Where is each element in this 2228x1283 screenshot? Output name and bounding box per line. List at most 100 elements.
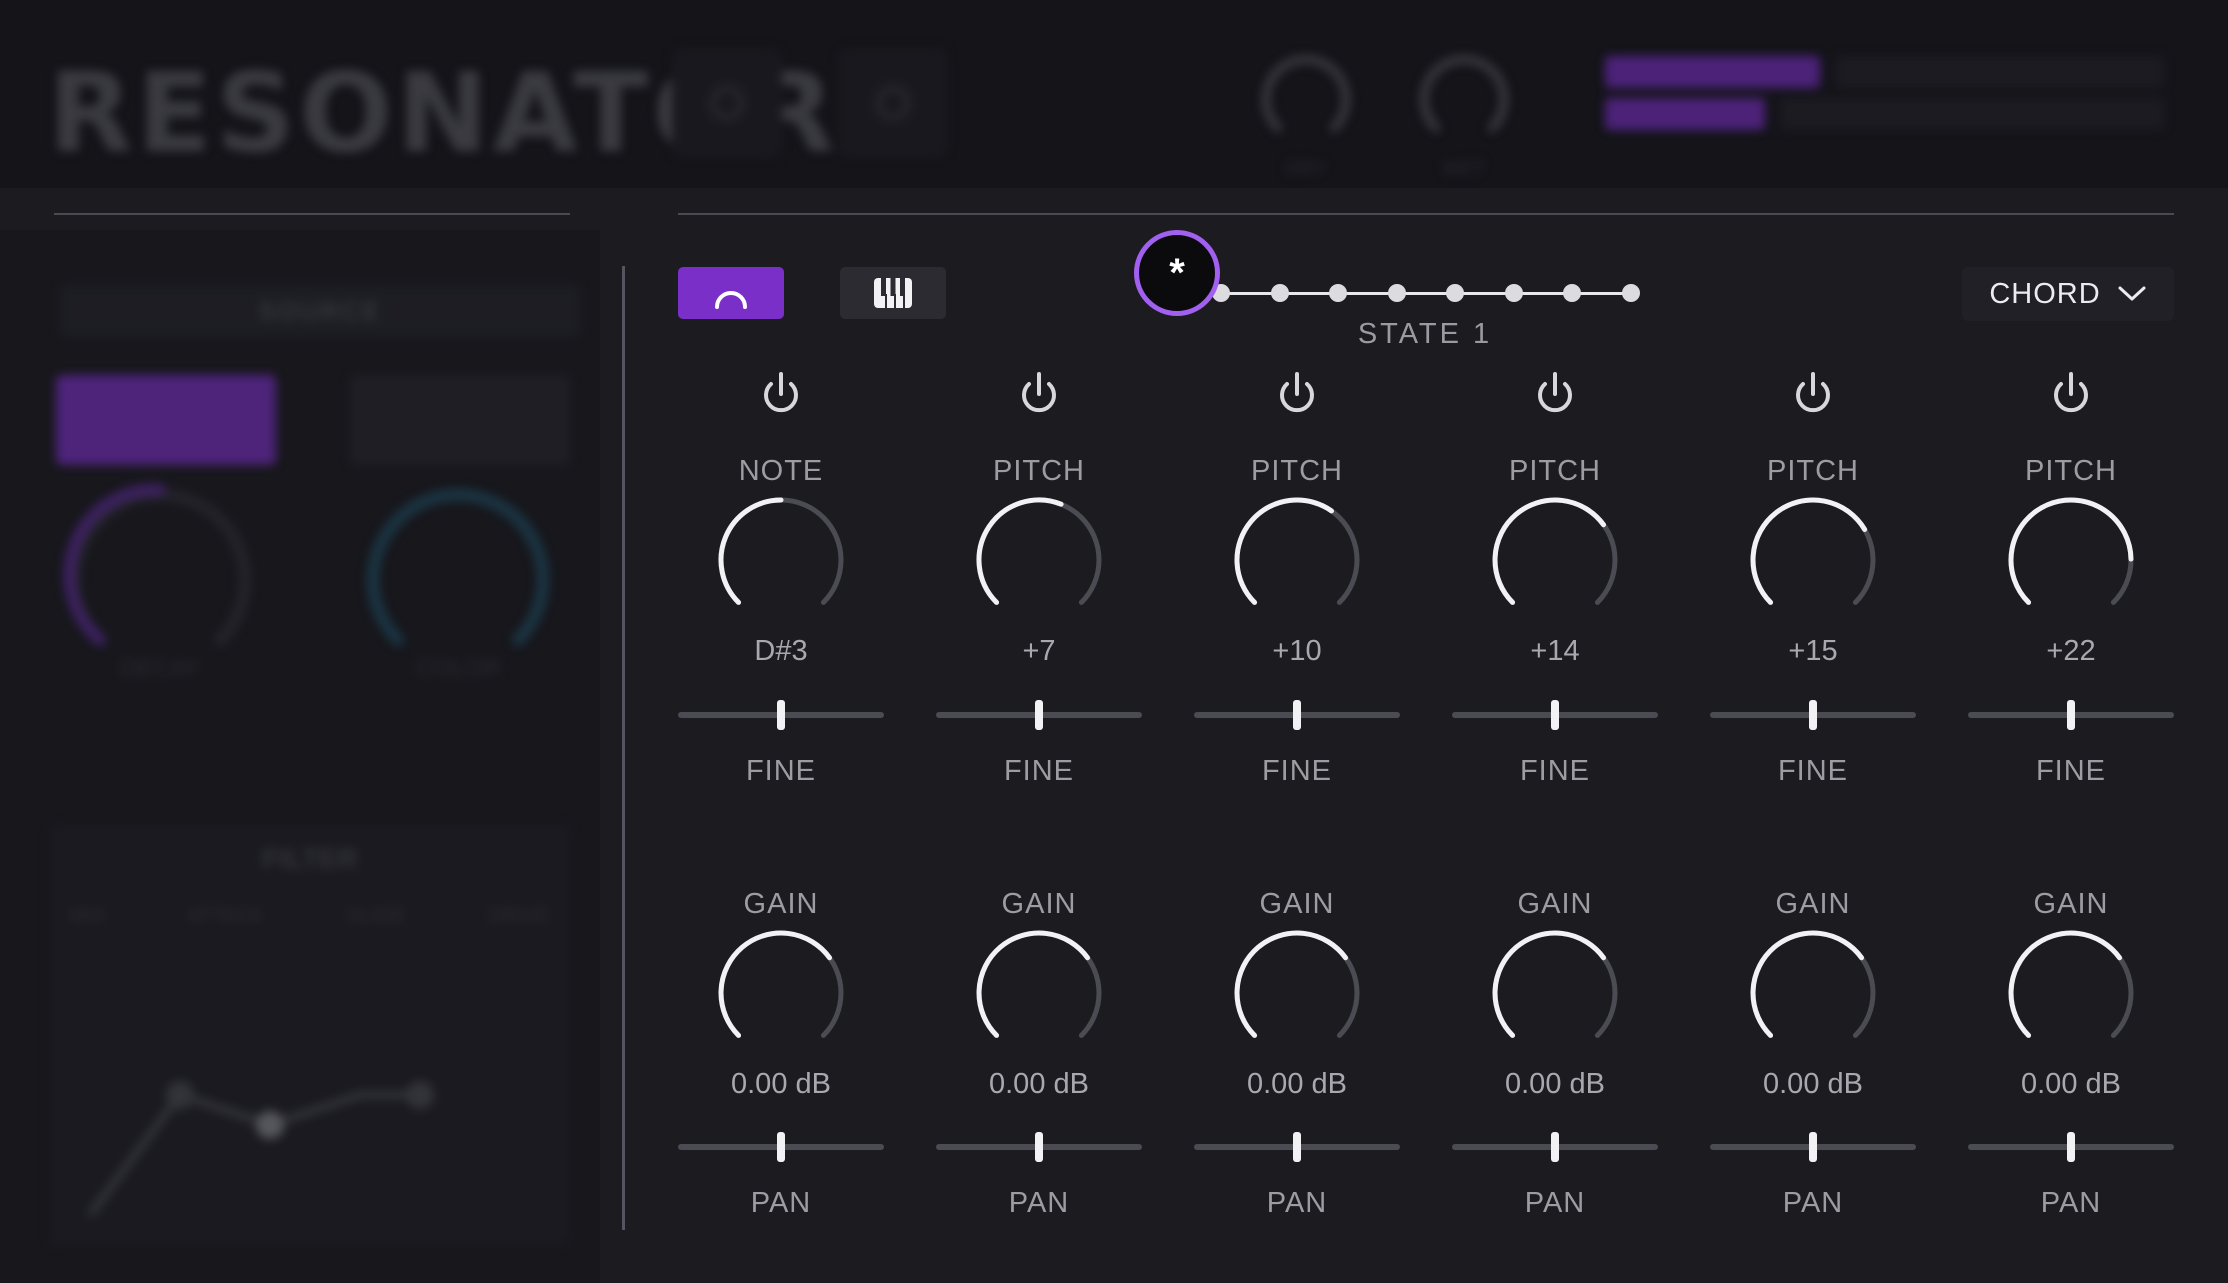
gain-label: GAIN [1259,888,1335,920]
channel-strip-2: PITCH +7 FINE GAIN 0.00 dB PAN [936,360,1142,1240]
waveform-a-button[interactable] [56,375,276,465]
gain-value: 0.00 dB [1505,1068,1605,1100]
power-header-button[interactable] [672,48,782,158]
gain-value: 0.00 dB [1247,1068,1347,1100]
pan-slider[interactable] [678,1132,884,1162]
filter-tab-mix[interactable]: MIX [70,905,106,935]
gain-knob[interactable] [2001,923,2141,1063]
color-knob[interactable] [358,475,558,675]
channel-strip-5: PITCH +15 FINE GAIN 0.00 dB PAN [1710,360,1916,1240]
settings-header-button[interactable] [838,48,948,158]
pan-slider[interactable] [1710,1132,1916,1162]
waveform-b-button[interactable] [350,375,570,465]
top-knob-value: +15 [1788,635,1838,667]
pan-slider-thumb[interactable] [1035,1132,1043,1162]
channel-strip-1: NOTE D#3 FINE GAIN 0.00 dB PAN [678,360,884,1240]
gain-label: GAIN [1775,888,1851,920]
fine-label: FINE [1777,755,1849,787]
pitch-knob[interactable] [969,490,1109,630]
pan-slider[interactable] [936,1132,1142,1162]
gain-knob[interactable] [969,923,1109,1063]
gain-knob[interactable] [1227,923,1367,1063]
filter-tab-attack[interactable]: ATTACK [188,905,264,935]
plugin-logo: RESONATOR [48,49,839,177]
left-header-rule [54,213,570,215]
fine-slider-thumb[interactable] [1809,700,1817,730]
pan-slider[interactable] [1194,1132,1400,1162]
pitch-knob[interactable] [1743,490,1883,630]
power-icon[interactable] [758,370,804,420]
filter-tab-drive[interactable]: DRIVE [489,905,550,935]
pitch-knob[interactable] [2001,490,2141,630]
fine-slider-thumb[interactable] [1293,700,1301,730]
wet-knob[interactable] [1414,50,1514,150]
fine-slider[interactable] [936,700,1142,730]
state-step-dot[interactable] [1387,284,1406,302]
filter-tabs: MIX ATTACK GLIDE DRIVE [70,905,550,935]
fine-label: FINE [2035,755,2107,787]
state-step-dot[interactable] [1621,284,1640,302]
state-label: STATE 1 [1357,318,1493,350]
power-icon[interactable] [1016,370,1062,420]
fine-slider-thumb[interactable] [1551,700,1559,730]
top-knob-label: PITCH [993,455,1085,487]
note-knob[interactable] [711,490,851,630]
top-knob-label: PITCH [1251,455,1343,487]
fine-label: FINE [1003,755,1075,787]
pan-slider-thumb[interactable] [777,1132,785,1162]
resonator-mode-button[interactable] [678,267,784,319]
fine-slider[interactable] [1968,700,2174,730]
state-step-dot[interactable] [1329,284,1347,302]
fine-slider[interactable] [678,700,884,730]
channel-strip-4: PITCH +14 FINE GAIN 0.00 dB PAN [1452,360,1658,1240]
gain-knob[interactable] [1485,923,1625,1063]
gain-value: 0.00 dB [1763,1068,1863,1100]
state-step-dot[interactable] [1270,284,1289,302]
power-icon[interactable] [1532,370,1578,420]
pan-label: PAN [1524,1187,1586,1219]
gain-knob[interactable] [711,923,851,1063]
pan-slider[interactable] [1968,1132,2174,1162]
fine-slider[interactable] [1710,700,1916,730]
channel-strip-6: PITCH +22 FINE GAIN 0.00 dB PAN [1968,360,2174,1240]
filter-curve[interactable] [70,965,550,1225]
pan-slider[interactable] [1452,1132,1658,1162]
pitch-knob[interactable] [1227,490,1367,630]
power-icon[interactable] [1790,370,1836,420]
top-knob-label: NOTE [738,455,824,487]
power-icon[interactable] [1274,370,1320,420]
pan-slider-thumb[interactable] [1551,1132,1559,1162]
gain-label: GAIN [1001,888,1077,920]
keys-mode-button[interactable] [840,267,946,319]
chevron-down-icon [2118,286,2146,301]
channel-strip-3: PITCH +10 FINE GAIN 0.00 dB PAN [1194,360,1400,1240]
fine-slider[interactable] [1194,700,1400,730]
fine-label: FINE [745,755,817,787]
gain-knob[interactable] [1743,923,1883,1063]
power-icon[interactable] [2048,370,2094,420]
dry-knob[interactable] [1256,50,1356,150]
pan-slider-thumb[interactable] [1809,1132,1817,1162]
arc-icon [715,291,747,309]
pan-label: PAN [2040,1187,2102,1219]
fine-label: FINE [1519,755,1591,787]
top-knob-label: PITCH [1509,455,1601,487]
panel-divider [622,266,625,1230]
fine-slider-thumb[interactable] [777,700,785,730]
state-step-dot[interactable] [1563,284,1581,302]
fine-slider-thumb[interactable] [2067,700,2075,730]
pitch-knob[interactable] [1485,490,1625,630]
state-marker-button[interactable]: * [1134,230,1220,316]
top-knob-label: PITCH [2025,455,2117,487]
pan-slider-thumb[interactable] [2067,1132,2075,1162]
piano-keys-icon [874,278,912,308]
chord-dropdown[interactable]: CHORD [1962,267,2174,321]
fine-slider-thumb[interactable] [1035,700,1043,730]
state-step-dot[interactable] [1446,284,1464,302]
state-step-dot[interactable] [1504,284,1523,302]
fine-slider[interactable] [1452,700,1658,730]
decay-knob[interactable] [60,475,260,675]
filter-tab-glide[interactable]: GLIDE [346,905,406,935]
pan-slider-thumb[interactable] [1293,1132,1301,1162]
dry-knob-label: DRY [1285,158,1327,180]
